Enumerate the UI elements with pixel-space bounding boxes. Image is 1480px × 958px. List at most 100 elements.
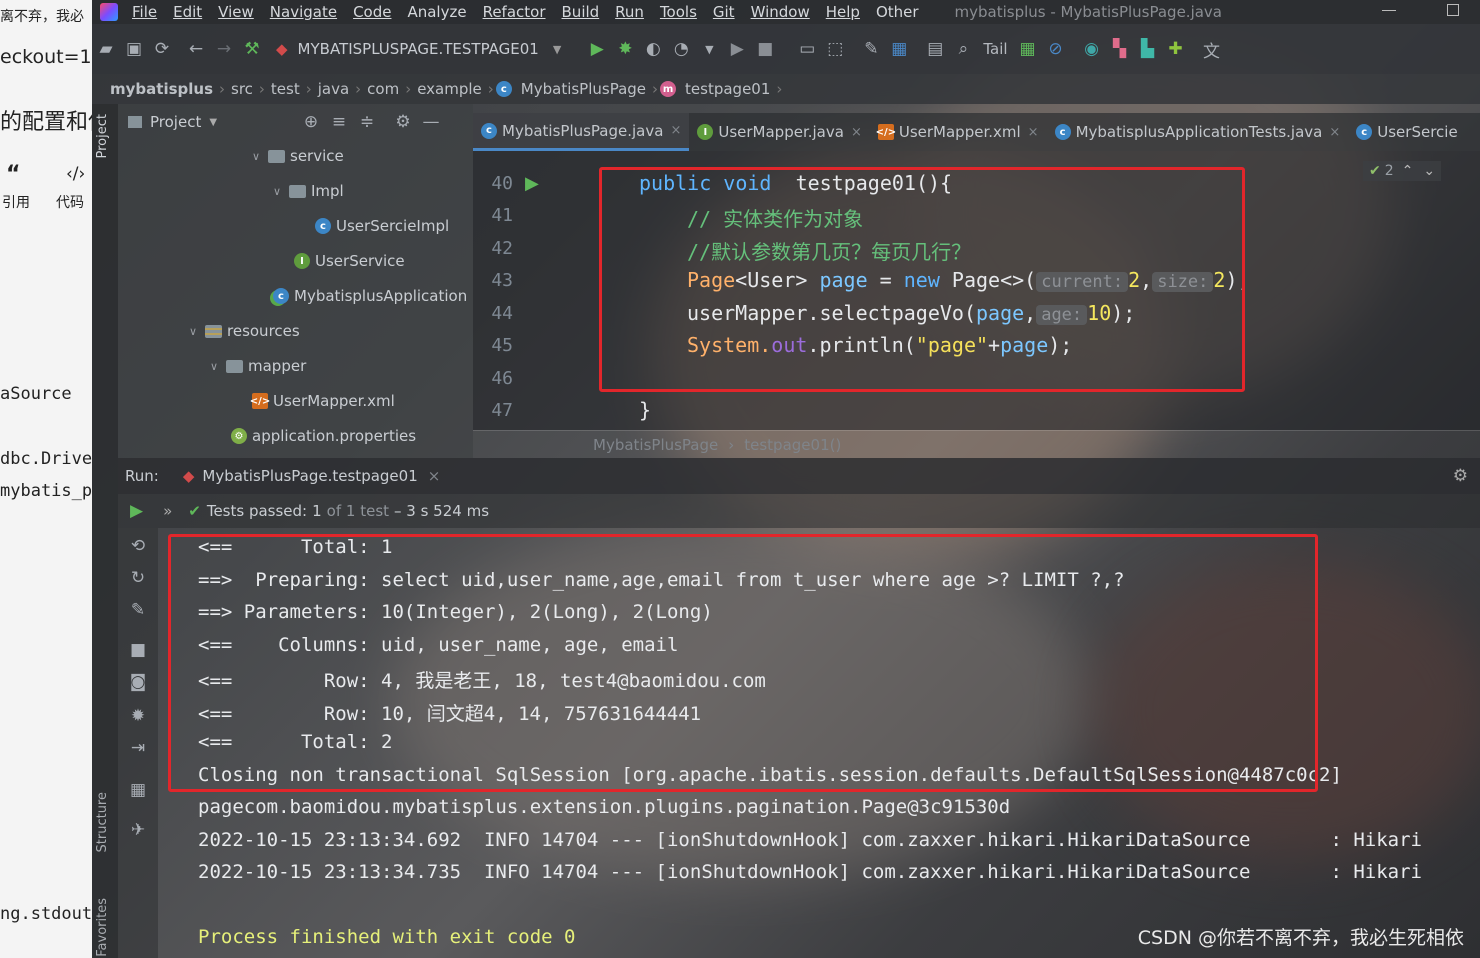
search-icon[interactable]: ⌕ (949, 35, 977, 63)
resume-icon[interactable]: ▶ (723, 35, 751, 63)
tree-item-usermapper-xml[interactable]: </> UserMapper.xml (250, 387, 395, 415)
expand-icon[interactable]: ≑ (353, 108, 381, 136)
profile-icon[interactable]: ◔ (667, 35, 695, 63)
menu-analyze[interactable]: Analyze (399, 3, 474, 21)
exit-icon[interactable]: ⇥ (124, 734, 152, 762)
camera-icon[interactable]: ◙ (124, 668, 152, 696)
editor-crumb-method[interactable]: testpage01() (744, 436, 841, 454)
coverage-icon[interactable]: ◐ (639, 35, 667, 63)
tab-usermapper-java[interactable]: I UserMapper.java × (689, 113, 870, 151)
run-config-selector[interactable]: ◆ MYBATISPLUSPAGE.TESTPAGE01 ▼ (266, 35, 571, 63)
rerun-failed-icon[interactable]: ⟲ (124, 532, 152, 560)
chevron-up-icon[interactable]: ⌃ (1402, 163, 1414, 179)
toggle-auto-test-icon[interactable]: ↻ (124, 564, 152, 592)
tree-item-application-properties[interactable]: ⚙ application.properties (231, 422, 416, 450)
forward-icon[interactable]: → (210, 35, 238, 63)
close-icon[interactable]: × (1329, 125, 1340, 140)
menu-run[interactable]: Run (607, 3, 652, 21)
settings-gear-icon[interactable]: ✹ (124, 702, 152, 730)
tree-item-userservice[interactable]: I UserService (294, 247, 405, 275)
tree-item-resources[interactable]: ∨ resources (189, 317, 300, 345)
stop-icon[interactable]: ■ (751, 35, 779, 63)
crumb-method[interactable]: testpage01 (681, 80, 774, 98)
tree-item-application[interactable]: c MybatisplusApplication (273, 282, 467, 310)
menu-file[interactable]: File (124, 3, 165, 21)
collapse-all-icon[interactable]: ≡ (325, 108, 353, 136)
structure-tool-tab[interactable]: Structure (95, 792, 110, 852)
chevron-down-icon[interactable]: ⌄ (1423, 163, 1435, 179)
close-icon[interactable]: × (428, 467, 441, 485)
locate-icon[interactable]: ⊕ (297, 108, 325, 136)
build-hammer-icon[interactable]: ⚒ (238, 35, 266, 63)
tree-item-impl[interactable]: ∨ Impl (273, 177, 344, 205)
package-icon[interactable]: ⬚ (821, 35, 849, 63)
back-icon[interactable]: ← (182, 35, 210, 63)
translate-icon[interactable]: 文 (1198, 35, 1226, 63)
crumb-test[interactable]: test (267, 80, 304, 98)
chevron-down-icon[interactable]: ▼ (209, 117, 217, 128)
save-all-icon[interactable]: ▣ (120, 35, 148, 63)
tree-item-service[interactable]: ∨ service (252, 142, 344, 170)
expand-more-icon[interactable]: » (163, 502, 172, 520)
close-icon[interactable]: × (1028, 125, 1039, 140)
menu-git[interactable]: Git (705, 3, 743, 21)
crumb-src[interactable]: src (227, 80, 257, 98)
tab-applicationtests[interactable]: c MybatisplusApplicationTests.java × (1047, 113, 1349, 151)
inspection-widget[interactable]: ✔ 2 ⌃ ⌄ (1363, 161, 1442, 181)
project-tool-tab[interactable]: Project (95, 114, 110, 158)
editor-crumb-class[interactable]: MybatisPlusPage (593, 436, 718, 454)
tree-item-mapper[interactable]: ∨ mapper (210, 352, 306, 380)
project-structure-icon[interactable]: ▦ (885, 35, 913, 63)
wrench-icon[interactable]: ✎ (124, 596, 152, 624)
debug-icon[interactable]: ✸ (611, 35, 639, 63)
crumb-java[interactable]: java (314, 80, 353, 98)
run-icon[interactable]: ▶ (583, 35, 611, 63)
rerun-icon[interactable]: ▶ (130, 501, 143, 521)
close-icon[interactable]: × (670, 123, 681, 138)
device-icon[interactable]: ▭ (793, 35, 821, 63)
no-entry-icon[interactable]: ⊘ (1042, 35, 1070, 63)
menu-tools[interactable]: Tools (652, 3, 705, 21)
crumb-example[interactable]: example (413, 80, 486, 98)
menu-view[interactable]: View (210, 3, 262, 21)
database-icon[interactable]: ▦ (1014, 35, 1042, 63)
tab-mybatispluspage[interactable]: c MybatisPlusPage.java × (473, 113, 690, 151)
minimize-icon[interactable] (1382, 10, 1396, 11)
settings-wrench-icon[interactable]: ✎ (857, 35, 885, 63)
project-title[interactable]: Project (150, 113, 201, 131)
close-icon[interactable]: × (851, 125, 862, 140)
run-tab[interactable]: MybatisPlusPage.testpage01 (202, 467, 417, 485)
crumb-project[interactable]: mybatisplus (106, 80, 217, 98)
menu-window[interactable]: Window (743, 3, 818, 21)
menu-edit[interactable]: Edit (165, 3, 210, 21)
tail-button[interactable]: Tail (983, 40, 1007, 58)
puzzle-icon[interactable]: ✚ (1162, 35, 1190, 63)
chart-icon[interactable]: ▙ (1134, 35, 1162, 63)
hide-icon[interactable]: — (417, 108, 445, 136)
plugin-grid-icon[interactable]: ▚ (1106, 35, 1134, 63)
gear-icon[interactable]: ⚙ (389, 108, 417, 136)
crumb-class[interactable]: MybatisPlusPage (517, 80, 650, 98)
pin-icon[interactable]: ✈ (124, 816, 152, 844)
sync-icon[interactable]: ⟳ (148, 35, 176, 63)
menu-code[interactable]: Code (345, 3, 399, 21)
run-dropdown-icon[interactable]: ▼ (695, 35, 723, 63)
menu-build[interactable]: Build (554, 3, 608, 21)
stop-icon[interactable]: ■ (124, 636, 152, 664)
maximize-icon[interactable] (1447, 4, 1459, 16)
tree-item-usersercieimpl[interactable]: c UserSercieImpl (315, 212, 449, 240)
tab-usersercie[interactable]: c UserSercie (1348, 113, 1465, 151)
menu-other[interactable]: Other (868, 3, 927, 21)
menu-navigate[interactable]: Navigate (262, 3, 345, 21)
run-gutter-icon[interactable]: ▶ (525, 173, 539, 194)
tab-usermapper-xml[interactable]: </> UserMapper.xml × (870, 113, 1047, 151)
menu-help[interactable]: Help (818, 3, 868, 21)
favorites-tool-tab[interactable]: Favorites (95, 898, 110, 957)
record-icon[interactable]: ◉ (1078, 35, 1106, 63)
layout-icon[interactable]: ▦ (124, 776, 152, 804)
gear-icon[interactable]: ⚙ (1453, 466, 1468, 486)
crumb-com[interactable]: com (363, 80, 403, 98)
open-folder-icon[interactable]: ▰ (92, 35, 120, 63)
terminal-icon[interactable]: ▤ (921, 35, 949, 63)
menu-refactor[interactable]: Refactor (475, 3, 554, 21)
